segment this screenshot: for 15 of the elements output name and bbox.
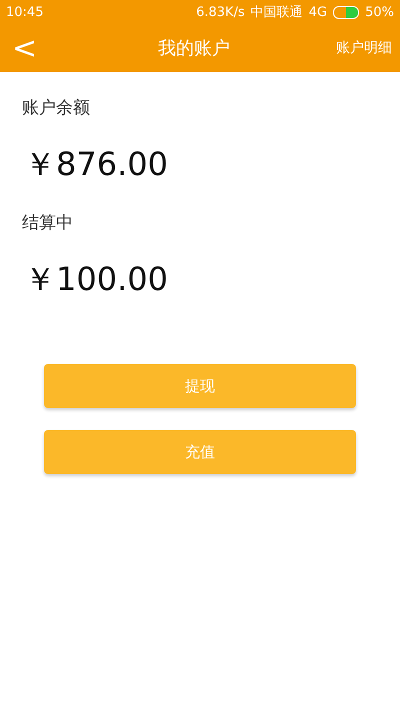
action-button[interactable]: 提现 xyxy=(44,364,356,408)
page-title: 我的账户 xyxy=(157,37,231,60)
action-button[interactable]: 充值 xyxy=(44,430,356,474)
balance-label: 结算中 xyxy=(22,212,74,234)
balance-label: 账户余额 xyxy=(22,97,91,119)
network-speed: 6.83K/s xyxy=(196,4,245,20)
balance-amount: ￥876.00 xyxy=(24,144,169,185)
balance-amount: ￥100.00 xyxy=(24,259,169,300)
network-type: 4G xyxy=(308,4,328,20)
status-time: 10:45 xyxy=(6,4,44,20)
battery-icon xyxy=(333,6,360,18)
account-details-link[interactable]: 账户明细 xyxy=(336,39,392,57)
carrier-name: 中国联通 xyxy=(250,4,303,21)
battery-percent: 50% xyxy=(365,4,394,20)
back-button[interactable]: < xyxy=(12,30,52,66)
